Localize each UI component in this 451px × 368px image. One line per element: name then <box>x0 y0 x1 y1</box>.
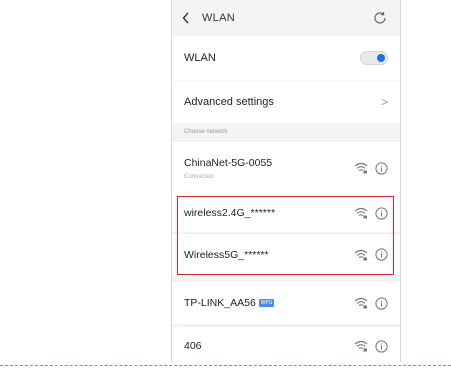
top-bar: WLAN <box>172 0 400 36</box>
network-name: ChinaNet-5G-0055 <box>184 156 273 169</box>
network-name: TP-LINK_AA56 <box>184 297 256 309</box>
wifi-lock-icon <box>354 340 368 352</box>
network-item[interactable]: 406 <box>172 327 400 362</box>
highlight-box <box>177 196 394 275</box>
network-name: 406 <box>184 340 202 352</box>
wifi-lock-icon <box>354 162 368 174</box>
info-icon[interactable] <box>375 296 388 310</box>
advanced-settings-label: Advanced settings <box>184 96 274 108</box>
section-header: Choose network <box>184 129 228 135</box>
network-status: Connected <box>184 173 214 180</box>
wps-badge: WPS <box>258 299 275 307</box>
advanced-settings-row[interactable]: Advanced settings > <box>172 81 400 123</box>
network-item[interactable]: ChinaNet-5G-0055 Connected <box>172 142 400 194</box>
phone-screen: WLAN WLAN Advanced settings > Choose net… <box>171 0 401 362</box>
wlan-label: WLAN <box>184 52 216 64</box>
wlan-toggle-switch[interactable] <box>360 51 388 65</box>
wlan-toggle-row[interactable]: WLAN <box>172 36 400 80</box>
network-name-row: TP-LINK_AA56 WPS <box>184 297 354 309</box>
dashed-separator <box>0 365 451 366</box>
network-item[interactable]: TP-LINK_AA56 WPS <box>172 282 400 324</box>
wifi-lock-icon <box>354 297 368 309</box>
refresh-icon[interactable] <box>372 10 388 26</box>
info-icon[interactable] <box>375 161 388 175</box>
info-icon[interactable] <box>375 339 388 353</box>
toggle-knob <box>377 54 385 62</box>
page-title: WLAN <box>202 12 235 24</box>
chevron-right-icon: > <box>380 95 388 109</box>
back-arrow-icon[interactable] <box>182 12 196 24</box>
